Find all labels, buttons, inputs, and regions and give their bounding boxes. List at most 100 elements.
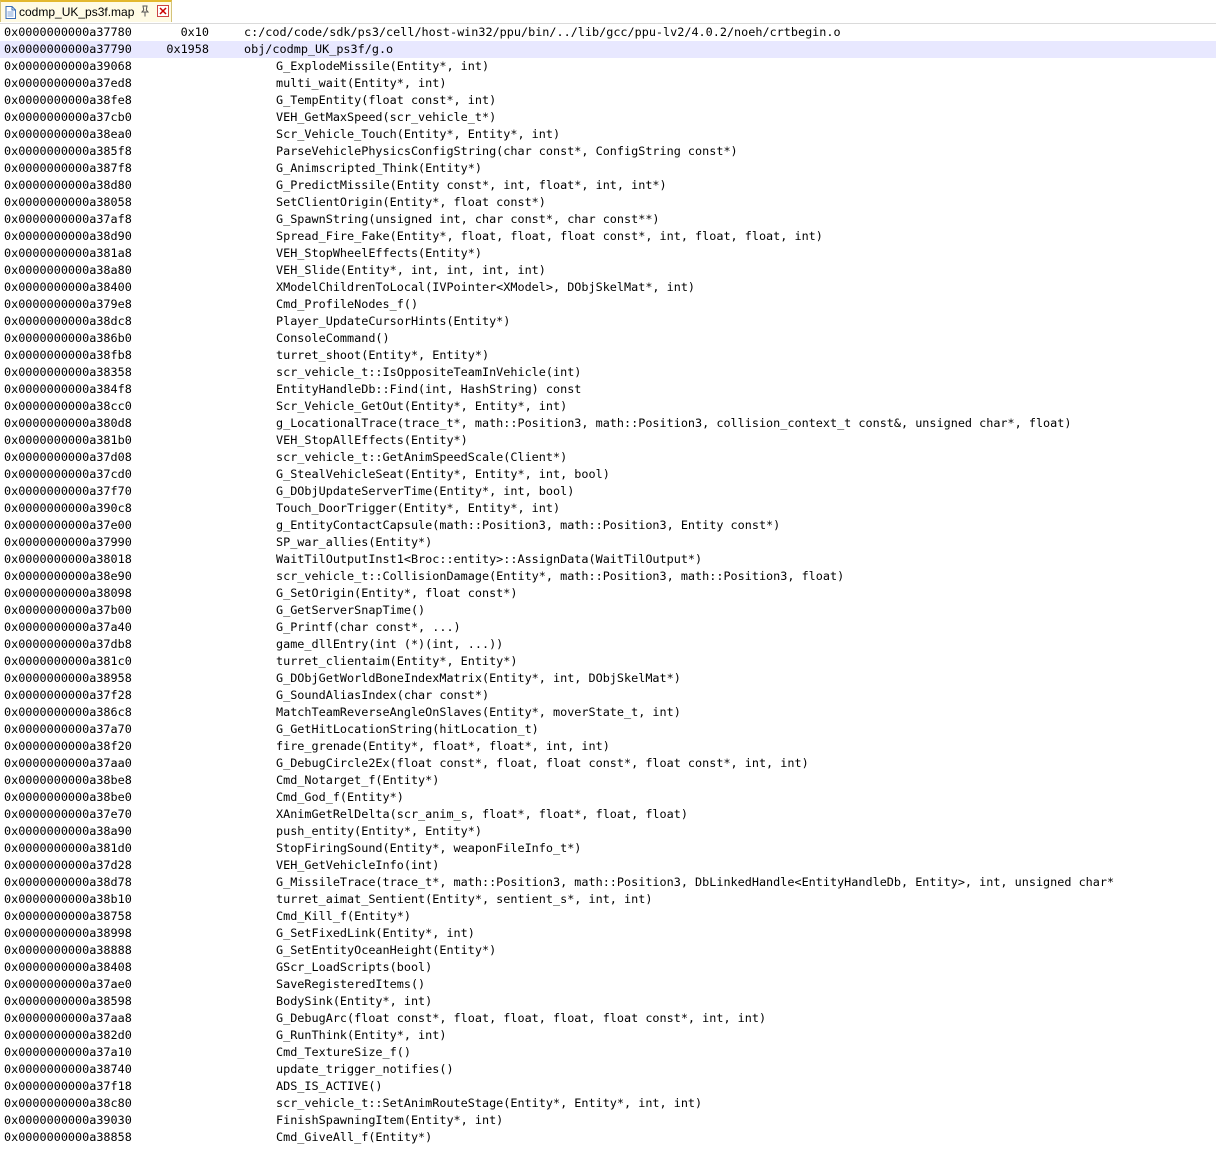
map-line[interactable]: 0x0000000000a38098 G_SetOrigin(Entity*, f…	[0, 585, 1216, 602]
map-line[interactable]: 0x0000000000a381c0 turret_clientaim(Entit…	[0, 653, 1216, 670]
map-line[interactable]: 0x0000000000a37ed8 multi_wait(Entity*, in…	[0, 75, 1216, 92]
map-line[interactable]: 0x0000000000a381b0 VEH_StopAllEffects(Ent…	[0, 432, 1216, 449]
map-line[interactable]: 0x0000000000a38e90 scr_vehicle_t::Collisi…	[0, 568, 1216, 585]
line-address: 0x0000000000a38c80	[4, 1096, 132, 1110]
map-line[interactable]: 0x0000000000a38858 Cmd_GiveAll_f(Entity*)	[0, 1129, 1216, 1146]
map-line[interactable]: 0x0000000000a38a80 VEH_Slide(Entity*, int…	[0, 262, 1216, 279]
map-line[interactable]: 0x0000000000a37aa0 G_DebugCircle2Ex(float…	[0, 755, 1216, 772]
close-icon[interactable]	[156, 4, 170, 18]
map-line[interactable]: 0x0000000000a38d80 G_PredictMissile(Entit…	[0, 177, 1216, 194]
map-line[interactable]: 0x0000000000a37a70 G_GetHitLocationString…	[0, 721, 1216, 738]
map-line[interactable]: 0x0000000000a37a40 G_Printf(char const*, …	[0, 619, 1216, 636]
map-line[interactable]: 0x0000000000a38d78 G_MissileTrace(trace_t…	[0, 874, 1216, 891]
map-line[interactable]: 0x0000000000a38358 scr_vehicle_t::IsOppos…	[0, 364, 1216, 381]
map-line[interactable]: 0x0000000000a37780 0x10 c:/cod/code/sdk/ps…	[0, 24, 1216, 41]
map-line[interactable]: 0x0000000000a37d08 scr_vehicle_t::GetAnim…	[0, 449, 1216, 466]
map-line[interactable]: 0x0000000000a38ea0 Scr_Vehicle_Touch(Enti…	[0, 126, 1216, 143]
line-symbol: BodySink(Entity*, int)	[276, 994, 433, 1008]
map-line[interactable]: 0x0000000000a38888 G_SetEntityOceanHeight…	[0, 942, 1216, 959]
map-line[interactable]: 0x0000000000a38758 Cmd_Kill_f(Entity*)	[0, 908, 1216, 925]
map-line[interactable]: 0x0000000000a380d8 g_LocationalTrace(trac…	[0, 415, 1216, 432]
map-line[interactable]: 0x0000000000a379e8 Cmd_ProfileNodes_f()	[0, 296, 1216, 313]
line-symbol: G_Animscripted_Think(Entity*)	[276, 161, 482, 175]
map-line[interactable]: 0x0000000000a37a10 Cmd_TextureSize_f()	[0, 1044, 1216, 1061]
map-line[interactable]: 0x0000000000a390c8 Touch_DoorTrigger(Enti…	[0, 500, 1216, 517]
map-line[interactable]: 0x0000000000a39030 FinishSpawningItem(Ent…	[0, 1112, 1216, 1129]
map-line[interactable]: 0x0000000000a37b00 G_GetServerSnapTime()	[0, 602, 1216, 619]
map-line[interactable]: 0x0000000000a381d0 StopFiringSound(Entity…	[0, 840, 1216, 857]
line-symbol: VEH_GetMaxSpeed(scr_vehicle_t*)	[276, 110, 497, 124]
line-symbol: StopFiringSound(Entity*, weaponFileInfo_…	[276, 841, 582, 855]
line-symbol: g_EntityContactCapsule(math::Position3, …	[276, 518, 781, 532]
text-editor[interactable]: 0x0000000000a37780 0x10 c:/cod/code/sdk/ps…	[0, 24, 1216, 1150]
line-address: 0x0000000000a38740	[4, 1062, 132, 1076]
map-line[interactable]: 0x0000000000a37db8 game_dllEntry(int (*)(…	[0, 636, 1216, 653]
map-line[interactable]: 0x0000000000a382d0 G_RunThink(Entity*, in…	[0, 1027, 1216, 1044]
line-address: 0x0000000000a37aa0	[4, 756, 132, 770]
map-line[interactable]: 0x0000000000a386c8 MatchTeamReverseAngleO…	[0, 704, 1216, 721]
line-address: 0x0000000000a37f70	[4, 484, 132, 498]
line-address: 0x0000000000a37f18	[4, 1079, 132, 1093]
map-line[interactable]: 0x0000000000a37ae0 SaveRegisteredItems()	[0, 976, 1216, 993]
map-line[interactable]: 0x0000000000a38998 G_SetFixedLink(Entity*…	[0, 925, 1216, 942]
line-symbol: SP_war_allies(Entity*)	[276, 535, 433, 549]
line-symbol: Scr_Vehicle_GetOut(Entity*, Entity*, int…	[276, 399, 568, 413]
line-symbol: Touch_DoorTrigger(Entity*, Entity*, int)	[276, 501, 561, 515]
map-line[interactable]: 0x0000000000a38a90 push_entity(Entity*, E…	[0, 823, 1216, 840]
map-line[interactable]: 0x0000000000a39068 G_ExplodeMissile(Entit…	[0, 58, 1216, 75]
map-line[interactable]: 0x0000000000a37aa8 G_DebugArc(float const…	[0, 1010, 1216, 1027]
map-line[interactable]: 0x0000000000a38598 BodySink(Entity*, int)	[0, 993, 1216, 1010]
map-line[interactable]: 0x0000000000a38fb8 turret_shoot(Entity*, …	[0, 347, 1216, 364]
line-address: 0x0000000000a379e8	[4, 297, 132, 311]
map-line[interactable]: 0x0000000000a38740 update_trigger_notifie…	[0, 1061, 1216, 1078]
map-line[interactable]: 0x0000000000a37990 SP_war_allies(Entity*)	[0, 534, 1216, 551]
line-address: 0x0000000000a38d90	[4, 229, 132, 243]
map-line[interactable]: 0x0000000000a38408 GScr_LoadScripts(bool)	[0, 959, 1216, 976]
line-address: 0x0000000000a37b00	[4, 603, 132, 617]
map-line[interactable]: 0x0000000000a387f8 G_Animscripted_Think(E…	[0, 160, 1216, 177]
map-line[interactable]: 0x0000000000a385f8 ParseVehiclePhysicsCon…	[0, 143, 1216, 160]
map-line[interactable]: 0x0000000000a38d90 Spread_Fire_Fake(Entit…	[0, 228, 1216, 245]
map-line[interactable]: 0x0000000000a38400 XModelChildrenToLocal(…	[0, 279, 1216, 296]
map-line[interactable]: 0x0000000000a38958 G_DObjGetWorldBoneInde…	[0, 670, 1216, 687]
line-address: 0x0000000000a381d0	[4, 841, 132, 855]
line-address: 0x0000000000a37ed8	[4, 76, 132, 90]
line-address: 0x0000000000a38a80	[4, 263, 132, 277]
map-line[interactable]: 0x0000000000a386b0 ConsoleCommand()	[0, 330, 1216, 347]
line-symbol: VEH_Slide(Entity*, int, int, int, int)	[276, 263, 546, 277]
map-line[interactable]: 0x0000000000a38c80 scr_vehicle_t::SetAnim…	[0, 1095, 1216, 1112]
map-line[interactable]: 0x0000000000a37cb0 VEH_GetMaxSpeed(scr_ve…	[0, 109, 1216, 126]
map-line[interactable]: 0x0000000000a37e00 g_EntityContactCapsule…	[0, 517, 1216, 534]
map-line[interactable]: 0x0000000000a38fe8 G_TempEntity(float con…	[0, 92, 1216, 109]
pin-icon[interactable]	[138, 4, 152, 18]
file-tab[interactable]: codmp_UK_ps3f.map	[0, 0, 172, 22]
line-address: 0x0000000000a38b10	[4, 892, 132, 906]
map-line[interactable]: 0x0000000000a38be8 Cmd_Notarget_f(Entity*…	[0, 772, 1216, 789]
line-symbol: G_SetFixedLink(Entity*, int)	[276, 926, 475, 940]
line-address: 0x0000000000a38018	[4, 552, 132, 566]
map-line[interactable]: 0x0000000000a37f28 G_SoundAliasIndex(char…	[0, 687, 1216, 704]
line-address: 0x0000000000a37aa8	[4, 1011, 132, 1025]
map-line[interactable]: 0x0000000000a37790 0x1958 obj/codmp_UK_ps3…	[0, 41, 1216, 58]
map-line[interactable]: 0x0000000000a37cd0 G_StealVehicleSeat(Ent…	[0, 466, 1216, 483]
map-line[interactable]: 0x0000000000a38be0 Cmd_God_f(Entity*)	[0, 789, 1216, 806]
map-line[interactable]: 0x0000000000a38cc0 Scr_Vehicle_GetOut(Ent…	[0, 398, 1216, 415]
line-symbol: turret_aimat_Sentient(Entity*, sentient_…	[276, 892, 653, 906]
line-address: 0x0000000000a37780	[4, 25, 132, 39]
map-line[interactable]: 0x0000000000a37e70 XAnimGetRelDelta(scr_a…	[0, 806, 1216, 823]
map-line[interactable]: 0x0000000000a37af8 G_SpawnString(unsigned…	[0, 211, 1216, 228]
line-symbol: Player_UpdateCursorHints(Entity*)	[276, 314, 511, 328]
map-line[interactable]: 0x0000000000a38b10 turret_aimat_Sentient(…	[0, 891, 1216, 908]
map-line[interactable]: 0x0000000000a384f8 EntityHandleDb::Find(i…	[0, 381, 1216, 398]
map-line[interactable]: 0x0000000000a38058 SetClientOrigin(Entity…	[0, 194, 1216, 211]
line-symbol: G_DebugArc(float const*, float, float, f…	[276, 1011, 767, 1025]
line-symbol: ParseVehiclePhysicsConfigString(char con…	[276, 144, 738, 158]
map-line[interactable]: 0x0000000000a37f70 G_DObjUpdateServerTime…	[0, 483, 1216, 500]
map-line[interactable]: 0x0000000000a38f20 fire_grenade(Entity*, …	[0, 738, 1216, 755]
map-line[interactable]: 0x0000000000a381a8 VEH_StopWheelEffects(E…	[0, 245, 1216, 262]
map-line[interactable]: 0x0000000000a37f18 ADS_IS_ACTIVE()	[0, 1078, 1216, 1095]
map-line[interactable]: 0x0000000000a38dc8 Player_UpdateCursorHin…	[0, 313, 1216, 330]
map-line[interactable]: 0x0000000000a38018 WaitTilOutputInst1<Bro…	[0, 551, 1216, 568]
map-line[interactable]: 0x0000000000a37d28 VEH_GetVehicleInfo(int…	[0, 857, 1216, 874]
line-address: 0x0000000000a38e90	[4, 569, 132, 583]
